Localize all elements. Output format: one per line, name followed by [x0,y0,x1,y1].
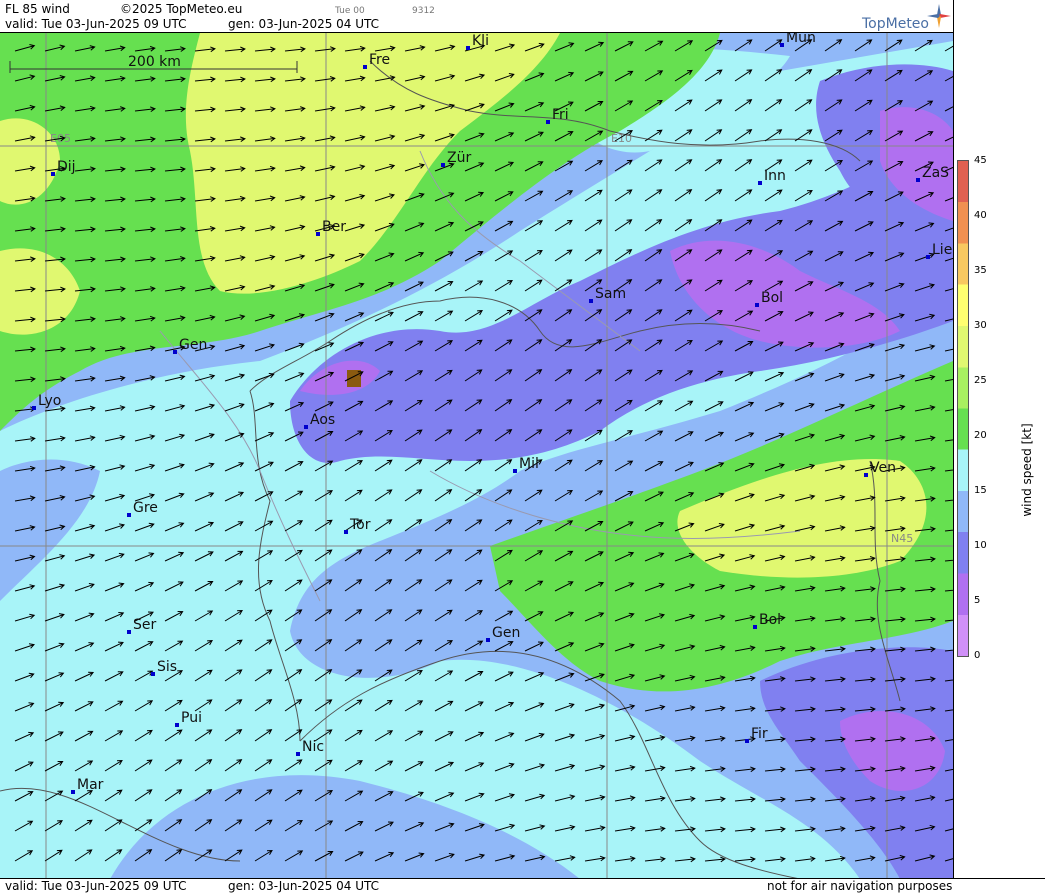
legend-tick: 0 [974,650,981,661]
wind-map[interactable]: E05 E10 N45 200 km Kli Mun Fre Fri Dij Zür Inn… [0,32,953,879]
city-marker [173,350,177,354]
compass-logo-icon [927,4,951,28]
city-label: Fir [751,726,768,742]
product-title: FL 85 wind [5,2,70,16]
city-label: Aos [310,412,335,428]
city-label: Tor [349,517,371,533]
valid-time: valid: Tue 03-Jun-2025 09 UTC [5,17,187,31]
wind-map-svg: E05 E10 N45 200 km Kli MunFreFriDijZürInn… [0,33,953,879]
legend-tick: 25 [974,375,987,386]
city-label: Zür [447,150,471,166]
city-label: ZaS [922,165,949,181]
footer-valid-time: valid: Tue 03-Jun-2025 09 UTC [5,879,187,893]
legend-color-bar [957,160,969,657]
city-marker [926,255,930,259]
city-label: Ser [133,617,157,633]
city-marker [780,43,784,47]
city-marker [466,46,470,50]
city-marker [546,120,550,124]
city-label: Gen [179,337,207,353]
city-label: Kli [472,33,489,49]
city-label: Gen [492,625,520,641]
city-marker [864,473,868,477]
city-marker [127,630,131,634]
city-marker [513,469,517,473]
city-label: Nic [302,739,324,755]
city-marker [296,752,300,756]
copyright: ©2025 TopMeteo.eu [120,2,243,16]
city-marker [758,181,762,185]
city-label: Pui [181,710,202,726]
city-marker [441,163,445,167]
city-label: Dij [57,159,76,175]
legend-tick: 5 [974,595,981,606]
code-label: 9312 [412,6,435,16]
legend-tick: 45 [974,155,987,166]
city-label: Inn [764,168,786,184]
city-marker [486,638,490,642]
city-marker [755,303,759,307]
city-marker [753,625,757,629]
legend-tick: 10 [974,540,987,551]
city-marker [304,425,308,429]
scale-label: 200 km [128,54,181,70]
legend-tick: 40 [974,210,987,221]
topmeteo-logo: TopMeteo [862,16,929,32]
city-label: Mar [77,777,104,793]
city-marker [32,406,36,410]
grid-label-n45: N45 [891,532,913,545]
legend-tick: 15 [974,485,987,496]
legend-tick: 35 [974,265,987,276]
city-label: Ber [322,219,346,235]
city-label: Mun [786,33,816,46]
city-label: Ven [870,460,896,476]
city-marker [316,232,320,236]
city-label: Bol [761,290,783,306]
footer: valid: Tue 03-Jun-2025 09 UTC gen: 03-Ju… [0,878,1045,894]
generation-time: gen: 03-Jun-2025 04 UTC [228,17,380,31]
city-marker [51,172,55,176]
footer-disclaimer: not for air navigation purposes [767,879,953,893]
slot-label: Tue 00 [335,6,365,16]
city-label: Bol [759,612,781,628]
city-marker [745,739,749,743]
city-label: Lyo [38,393,61,409]
city-marker [151,672,155,676]
city-marker [344,530,348,534]
city-marker [916,178,920,182]
footer-generation-time: gen: 03-Jun-2025 04 UTC [228,879,380,893]
city-label: Lie [932,242,952,258]
city-marker [127,513,131,517]
city-marker [589,299,593,303]
city-label: Sis [157,659,177,675]
city-label: Fri [552,107,569,123]
city-label: Fre [369,52,390,68]
legend-tick: 30 [974,320,987,331]
city-label: Mil [519,456,539,472]
city-marker [363,65,367,69]
city-marker [175,723,179,727]
city-marker [71,790,75,794]
legend-title: wind speed [kt] [1020,423,1034,517]
city-label: Sam [595,286,626,302]
legend-tick: 20 [974,430,987,441]
city-label: Gre [133,500,158,516]
